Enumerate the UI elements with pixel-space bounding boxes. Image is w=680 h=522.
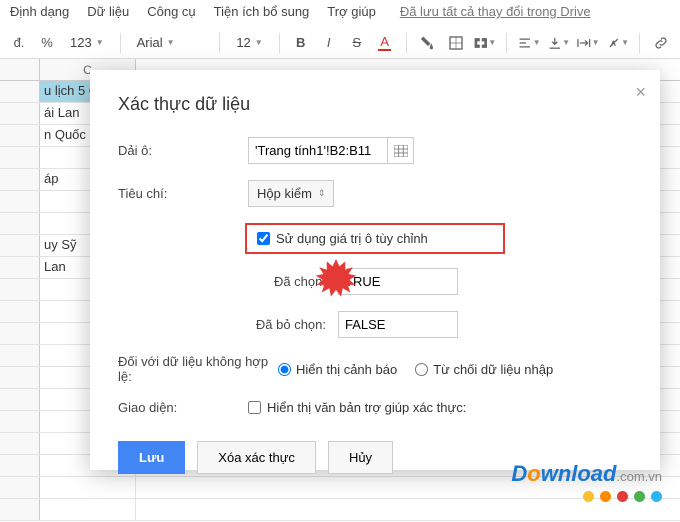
remove-validation-button[interactable]: Xóa xác thực [197, 441, 316, 474]
close-icon[interactable]: × [635, 82, 646, 103]
unchecked-label: Đã bỏ chọn: [248, 317, 338, 332]
help-text-checkbox[interactable]: Hiển thị văn bản trợ giúp xác thực: [248, 400, 466, 415]
invalid-data-label: Đối với dữ liệu không hợp lệ: [118, 354, 278, 384]
data-validation-dialog: × Xác thực dữ liệu Dải ô: Tiêu chí: Hộp … [90, 70, 660, 470]
highlighted-option: Sử dụng giá trị ô tùy chỉnh [245, 223, 505, 254]
radio-reject-input[interactable]: Từ chối dữ liệu nhập [415, 362, 553, 377]
custom-values-checkbox-input[interactable] [257, 232, 270, 245]
dot-icon [651, 491, 662, 502]
starburst-annotation-icon [315, 258, 357, 300]
unchecked-value-input[interactable] [338, 311, 458, 338]
dialog-title: Xác thực dữ liệu [118, 94, 632, 115]
dot-icon [617, 491, 628, 502]
cancel-button[interactable]: Hủy [328, 441, 393, 474]
criteria-select[interactable]: Hộp kiểm⇕ [248, 180, 334, 207]
dot-icon [600, 491, 611, 502]
appearance-label: Giao diện: [118, 400, 248, 415]
range-input[interactable] [248, 137, 388, 164]
radio-show-warning[interactable]: Hiển thị cảnh báo [278, 362, 397, 377]
watermark-dots [511, 491, 662, 502]
dot-icon [583, 491, 594, 502]
range-label: Dải ô: [118, 143, 248, 158]
criteria-label: Tiêu chí: [118, 186, 248, 201]
dot-icon [634, 491, 645, 502]
watermark: Download.com.vn [511, 461, 662, 502]
save-button[interactable]: Lưu [118, 441, 185, 474]
select-range-icon[interactable] [388, 137, 414, 164]
custom-values-label: Sử dụng giá trị ô tùy chỉnh [276, 231, 428, 246]
custom-values-checkbox[interactable]: Sử dụng giá trị ô tùy chỉnh [257, 231, 493, 246]
